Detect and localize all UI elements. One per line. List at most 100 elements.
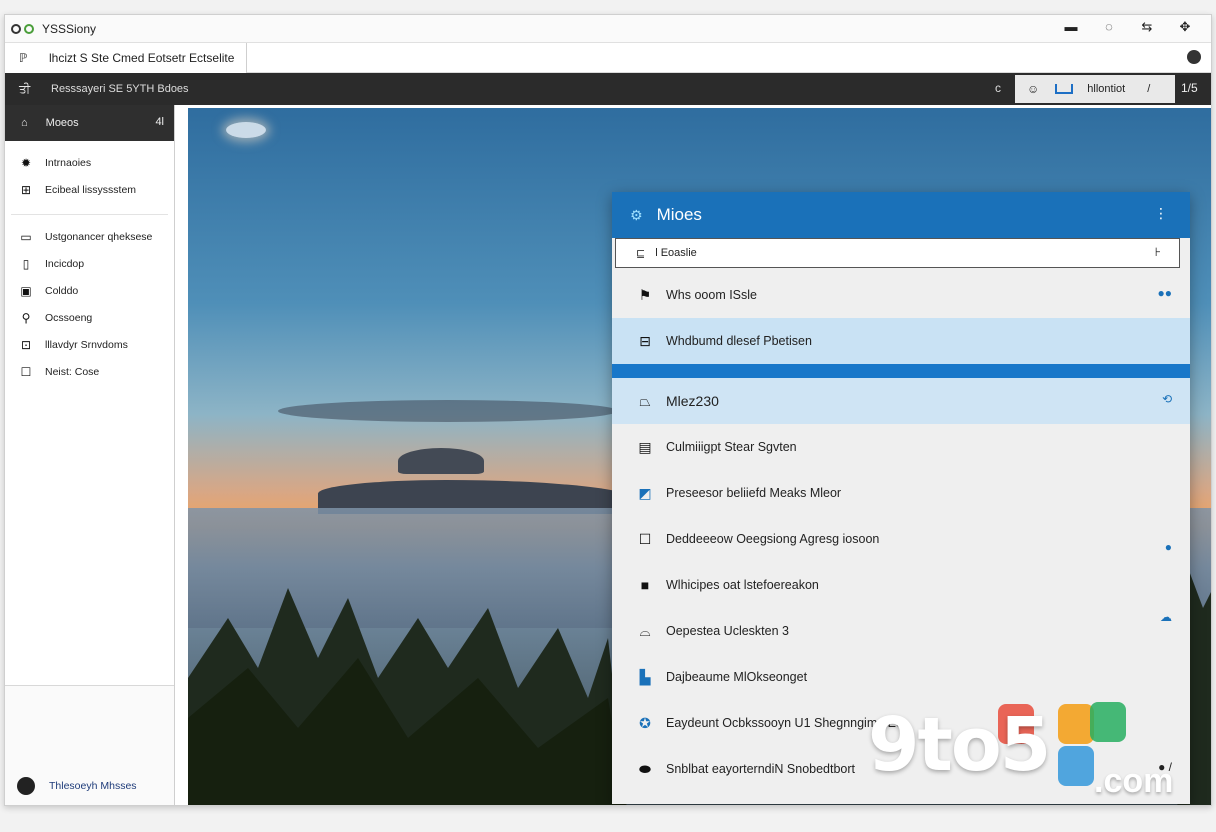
- monitor-icon: ▭: [20, 229, 32, 244]
- island-shape: [398, 448, 484, 474]
- list-item[interactable]: ▙ Dajbeaume MlOkseonget: [612, 654, 1190, 700]
- sidebar-item-7[interactable]: ☐ Neist: Cose: [5, 358, 174, 385]
- mist-band: [278, 400, 618, 422]
- toolbar: ਤੀ Resssayeri SE 5YTH Bdoes c ☺ hllontio…: [5, 73, 1211, 105]
- sidebar-header-icon: ⌂: [21, 117, 28, 129]
- gear-icon: ✹: [20, 155, 32, 170]
- compass-icon: ✪: [639, 714, 651, 731]
- doc-icon: ▤: [638, 438, 652, 455]
- list-item[interactable]: ☐ Deddeeeow Oeegsiong Agresg iosoon ●: [612, 516, 1190, 562]
- status-dot-icon: [24, 23, 34, 34]
- sidebar-divider: [11, 203, 168, 215]
- sidebar-item-label: Ocssoeng: [45, 311, 93, 324]
- sidebar-item-5[interactable]: ⚲ Ocssoeng: [5, 304, 174, 331]
- watermark-suffix: .com: [1094, 762, 1174, 800]
- sidebar-item-3[interactable]: ▯ Incicdop: [5, 250, 174, 277]
- search-icon: ⊑: [636, 247, 646, 260]
- toolbar-account-pill[interactable]: ☺ hllontiot /: [1015, 75, 1175, 103]
- square-icon: ☐: [20, 364, 32, 379]
- watermark-block: [1090, 702, 1126, 742]
- sidebar-item-1[interactable]: ⊞ Ecibeal lissyssstem: [5, 176, 174, 203]
- sidebar-item-0[interactable]: ✹ Intrnaoies: [5, 149, 174, 176]
- sidebar-item-label: Intrnaoies: [45, 156, 92, 169]
- search-caret-icon: ⊦: [1154, 245, 1161, 259]
- mail-icon: [1055, 84, 1074, 94]
- toolbar-c-button[interactable]: c: [995, 81, 1001, 95]
- restore-icon[interactable]: ◌: [1101, 19, 1117, 35]
- cloud-shape: [226, 122, 266, 138]
- doc-icon: ▯: [22, 256, 30, 271]
- cloud-sync-icon[interactable]: ☁: [1160, 610, 1172, 624]
- edit-icon[interactable]: /: [1147, 83, 1150, 95]
- black-square-icon: ■: [640, 577, 650, 593]
- page-indicator[interactable]: 1/5: [1181, 81, 1198, 95]
- tab-active[interactable]: ℙ lhcizt S Ste Cmed Eotsetr Ectselite: [5, 43, 247, 73]
- sidebar-header-label: Moeos: [45, 117, 79, 129]
- tab-pin-icon: ℙ: [19, 51, 28, 65]
- close-icon[interactable]: ✥: [1177, 19, 1193, 35]
- sidebar-item-4[interactable]: ▣ Colddo: [5, 277, 174, 304]
- watermark-block: [1058, 746, 1094, 786]
- sidebar-item-label: Incicdop: [45, 257, 85, 270]
- sidebar-item-label: Colddo: [45, 284, 79, 297]
- panel-title: Mioes: [656, 205, 702, 224]
- list-item-label: Wlhicipes oat lstefoereakon: [666, 578, 819, 592]
- drive-icon: ⊟: [639, 332, 651, 349]
- square-icon: ☐: [638, 530, 652, 547]
- sidebar-header: ⌂ Moeos 4l: [5, 105, 174, 141]
- search-input[interactable]: ⊑ l Eoaslie ⊦: [615, 238, 1180, 268]
- sync-icon[interactable]: ⟲: [1162, 392, 1172, 406]
- list-item-label: Whdbumd dlesef Pbetisen: [666, 334, 812, 348]
- list-item-label: Dajbeaume MlOkseonget: [666, 670, 808, 684]
- list-item[interactable]: ⌓ Oepestea Ucleskten 3 ☁: [612, 608, 1190, 654]
- drive-icon: ⏢: [639, 392, 651, 409]
- minimize-icon[interactable]: ▬: [1063, 19, 1079, 35]
- list-item[interactable]: ⊟ Whdbumd dlesef Pbetisen: [612, 318, 1190, 364]
- app-window: YSSSiony ▬ ◌ ⇆ ✥ ℙ lhcizt S Ste Cmed Eot…: [4, 14, 1212, 806]
- window-controls: ▬ ◌ ⇆ ✥: [1063, 19, 1193, 35]
- maximize-icon[interactable]: ⇆: [1139, 19, 1155, 35]
- list-item-label: Deddeeeow Oeegsiong Agresg iosoon: [666, 532, 880, 546]
- list-item-selected[interactable]: ⏢ Mlez230 ⟲: [612, 364, 1190, 424]
- panel-header: ⚙ Mioes ⋮: [612, 192, 1190, 238]
- tab-label: lhcizt S Ste Cmed Eotsetr Ectselite: [49, 51, 235, 65]
- watermark-logo: 9to5 .com: [868, 702, 1198, 802]
- window-title: YSSSiony: [42, 21, 97, 36]
- sidebar-footer: Thlesoeyh Mhsses: [5, 685, 174, 805]
- list-item-label: Mlez230: [666, 393, 719, 409]
- device-icon: ▣: [20, 283, 32, 298]
- grid-icon: ⊞: [20, 182, 32, 197]
- app-icon: [11, 23, 21, 34]
- window-icon: ⊡: [20, 337, 32, 352]
- list-item[interactable]: ▤ Culmiiigpt Stear Sgvten: [612, 424, 1190, 470]
- pen-icon: ◩: [638, 484, 652, 501]
- sidebar-item-label: lllavdyr Srnvdoms: [45, 338, 128, 351]
- account-name: hllontiot: [1087, 83, 1126, 95]
- list-item[interactable]: ◩ Preseesor beliiefd Meaks Mleor: [612, 470, 1190, 516]
- sidebar-item-2[interactable]: ▭ Ustgonancer qheksese: [5, 223, 174, 250]
- list-item[interactable]: ■ Wlhicipes oat lstefoereakon: [612, 562, 1190, 608]
- list-item-label: Oepestea Ucleskten 3: [666, 624, 789, 638]
- toggle-icon: ⬬: [639, 760, 651, 777]
- panel-app-icon: ⚙: [630, 206, 643, 223]
- sidebar-footer-link[interactable]: Thlesoeyh Mhsses: [49, 780, 137, 792]
- toolbar-label: Resssayeri SE 5YTH Bdoes: [51, 83, 189, 95]
- watermark-text: 9to5: [868, 702, 1051, 788]
- watermark-block: [1058, 704, 1094, 744]
- avatar[interactable]: [17, 777, 35, 795]
- more-menu-icon[interactable]: ⋮: [1154, 205, 1168, 222]
- sidebar-item-label: Ecibeal lissyssstem: [45, 183, 137, 196]
- list-item[interactable]: ⚑ Whs ooom ISsle ●●: [612, 272, 1190, 318]
- user-circle-icon: ☺: [1027, 82, 1040, 96]
- folder-icon: ▙: [639, 668, 651, 685]
- sidebar-item-6[interactable]: ⊡ lllavdyr Srnvdoms: [5, 331, 174, 358]
- list-item-label: Snblbat eayorterndiN Snobedtbort: [666, 762, 856, 776]
- list-item-label: Whs ooom ISsle: [666, 288, 758, 302]
- sidebar: ⌂ Moeos 4l ✹ Intrnaoies ⊞ Ecibeal lissysss…: [5, 105, 175, 805]
- tab-row: ℙ lhcizt S Ste Cmed Eotsetr Ectselite: [5, 43, 1211, 73]
- profile-icon[interactable]: [1187, 50, 1201, 64]
- sidebar-item-label: Neist: Cose: [45, 365, 100, 378]
- sidebar-item-label: Ustgonancer qheksese: [45, 230, 153, 243]
- toolbar-menu-icon[interactable]: ਤੀ: [19, 82, 37, 97]
- sidebar-header-right[interactable]: 4l: [155, 116, 164, 128]
